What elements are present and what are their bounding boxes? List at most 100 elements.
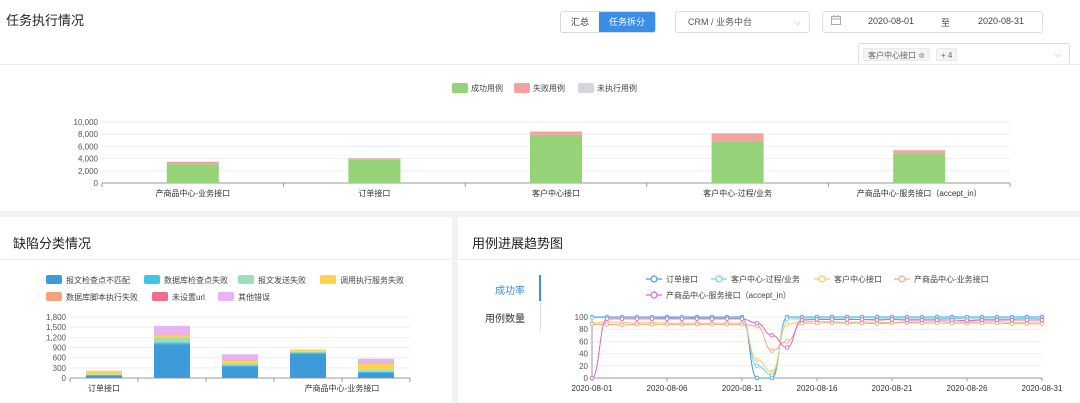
data-point (754, 375, 760, 381)
data-point (679, 316, 685, 322)
y-tick-label: 1,800 (46, 313, 67, 322)
legend-label: 未执行用例 (597, 83, 637, 93)
data-point (754, 357, 760, 362)
y-tick-label: 1,200 (46, 333, 67, 342)
y-tick-label: 2,000 (78, 167, 99, 176)
x-tick-label: 2020-08-11 (722, 384, 763, 393)
data-point (814, 317, 820, 322)
data-point (874, 321, 880, 326)
y-tick-label: 4,000 (78, 155, 99, 164)
defect-stacked-bar-chart: 报文检查点不匹配 数据库检查点失败 报文发送失败 调用执行服务失败数据库脚本执行失败 未… (46, 275, 411, 393)
data-point (784, 322, 790, 327)
bar-segment (893, 150, 946, 154)
bar-segment (154, 325, 190, 335)
bar-segment (358, 372, 394, 378)
y-tick-label: 40 (579, 350, 588, 359)
y-tick-label: 60 (579, 337, 588, 346)
bar-segment (86, 370, 122, 375)
interface-tag-label: 客户中心接口 (868, 51, 916, 60)
date-start[interactable]: 2020-08-01 (868, 16, 914, 26)
bar-segment (86, 374, 122, 375)
data-point (1039, 321, 1045, 326)
bar-segment (711, 133, 764, 141)
data-point (949, 317, 955, 323)
x-tick-label: 2020-08-01 (572, 384, 613, 393)
x-category-label: 订单接口 (88, 383, 120, 393)
legend-label: 报文发送失败 (258, 275, 306, 285)
legend-label: 成功用例 (471, 83, 503, 93)
bar-segment (154, 342, 190, 345)
task-execution-panel: 任务执行情况 汇总 任务拆分 CRM / 业务中台 ⌵ 2020-08-01 至… (0, 0, 1080, 211)
y-tick-label: 10,000 (74, 118, 99, 127)
data-point (619, 316, 625, 322)
bar-segment (166, 164, 219, 183)
data-point (604, 322, 610, 327)
data-point (904, 317, 910, 323)
view-tab-split[interactable]: 任务拆分 (599, 12, 656, 32)
x-tick-label: 2020-08-21 (872, 384, 913, 393)
x-category-label: 客户中心-过程/业务 (703, 188, 772, 198)
data-point (709, 322, 715, 327)
date-end[interactable]: 2020-08-31 (978, 16, 1024, 26)
bar-segment (222, 365, 258, 367)
series-line (591, 317, 1043, 376)
legend-label: 产商品中心-业务接口 (914, 274, 989, 284)
legend-label: 数据库脚本执行失败 (66, 292, 138, 302)
data-point (784, 339, 790, 344)
header-divider (0, 64, 1080, 65)
y-tick-label: 8,000 (78, 130, 99, 139)
bar-segment (154, 344, 190, 378)
y-tick-label: 300 (53, 364, 67, 373)
data-point (1024, 317, 1030, 323)
data-point (919, 317, 925, 323)
bar-segment (86, 375, 122, 378)
data-point (679, 322, 685, 327)
date-separator: 至 (941, 18, 951, 28)
data-point (724, 316, 730, 322)
tag-close-icon[interactable]: ⊗ (918, 51, 925, 60)
data-point (964, 318, 970, 323)
bar-segment (222, 360, 258, 361)
bar-segment (711, 140, 764, 183)
bar-segment (358, 363, 394, 370)
data-point (769, 369, 775, 375)
bar-segment (530, 134, 582, 183)
data-point (979, 317, 985, 323)
bar-segment (711, 132, 764, 134)
tab-rail (540, 301, 541, 331)
date-range-picker[interactable]: 2020-08-01 至 2020-08-31 (822, 11, 1043, 33)
calendar-icon (831, 15, 841, 27)
chevron-down-icon: ⌵ (1054, 49, 1061, 59)
y-tick-label: 80 (579, 325, 588, 334)
legend-label: 数据库检查点失败 (164, 275, 228, 285)
data-point (709, 316, 715, 322)
legend-label: 订单接口 (666, 274, 698, 284)
view-tab-summary[interactable]: 汇总 (561, 12, 599, 32)
bar-segment (290, 353, 326, 378)
legend-swatch (452, 83, 468, 93)
system-select[interactable]: CRM / 业务中台 ⌵ (675, 11, 810, 33)
legend-label: 产商品中心-服务接口（accept_in） (666, 290, 791, 300)
data-point (994, 317, 1000, 323)
interface-multiselect[interactable]: 客户中心接口 ⊗ + 4 ⌵ (858, 43, 1070, 65)
data-point (604, 316, 610, 322)
bar-segment (290, 352, 326, 354)
bar-segment (893, 153, 946, 183)
legend-label: 客户中心接口 (834, 274, 882, 284)
data-point (649, 322, 655, 327)
bar-segment (154, 334, 190, 336)
data-point (934, 317, 940, 323)
legend-swatch (152, 292, 168, 301)
tab-success-rate[interactable]: 成功率 (495, 282, 525, 297)
success-rate-line-chart: 订单接口 客户中心-过程/业务 客户中心接口 产商品中心-业务接口产商品中心-服务接口… (572, 274, 1063, 393)
tab-case-count[interactable]: 用例数量 (485, 310, 525, 325)
bar-segment (358, 369, 394, 372)
bar-segment (530, 131, 582, 135)
chevron-down-icon: ⌵ (794, 17, 801, 27)
legend-swatch (238, 275, 254, 284)
legend-label: 未设置url (172, 292, 205, 302)
data-point (619, 322, 625, 328)
data-point (589, 375, 595, 381)
data-point (799, 317, 805, 323)
data-point (859, 320, 865, 326)
